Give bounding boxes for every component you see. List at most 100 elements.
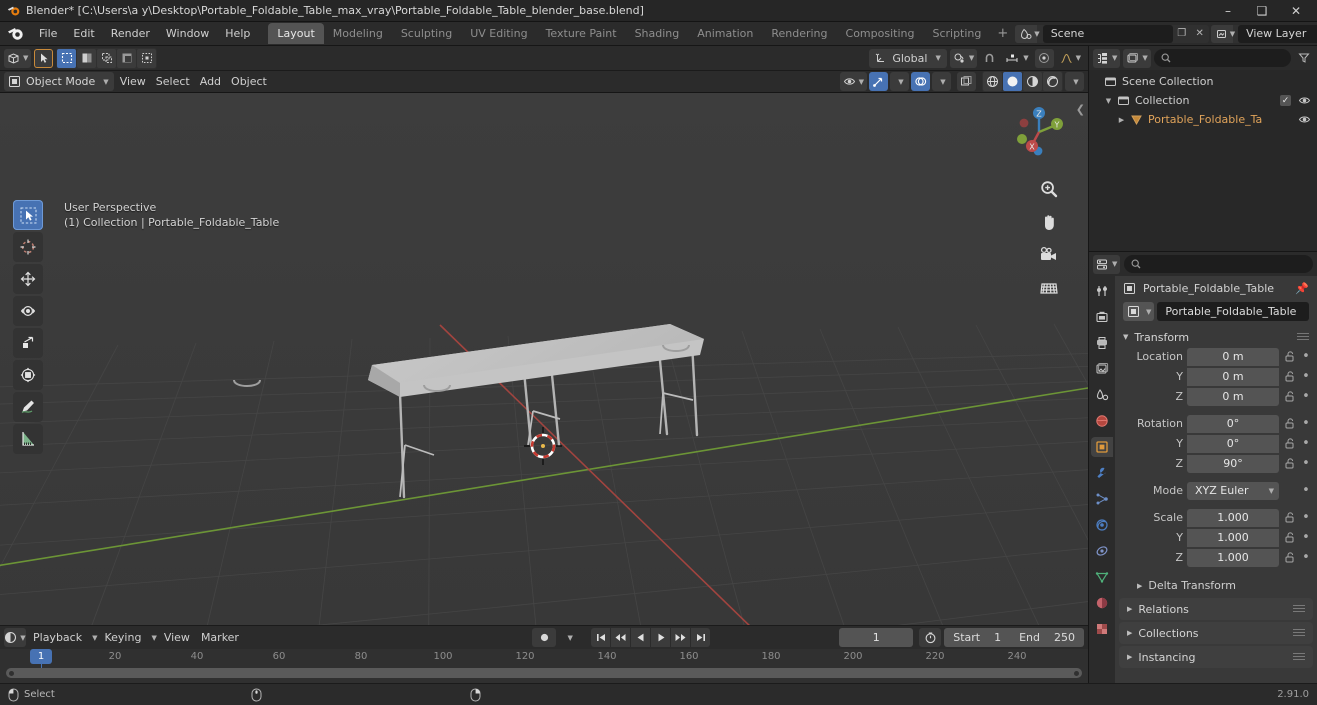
close-button[interactable]: ✕ (1279, 0, 1313, 22)
timeline-strip[interactable]: 20 40 60 80 100 120 140 160 180 200 220 … (0, 649, 1088, 683)
scale-z-field[interactable]: 1.000 (1187, 548, 1279, 567)
properties-editor-type-button[interactable]: ▼ (1093, 254, 1121, 274)
viewport-sidebar-toggle[interactable]: ❮ (1076, 103, 1085, 116)
viewport-menu-add[interactable]: Add (196, 75, 225, 88)
location-x-field[interactable]: 0 m (1187, 347, 1279, 366)
filter-icon[interactable] (1294, 49, 1313, 68)
play-reverse-button[interactable] (631, 628, 651, 647)
xray-toggle-button[interactable] (957, 72, 976, 91)
timeline-menu-playback[interactable]: Playback (29, 631, 86, 644)
zoom-icon[interactable] (1038, 178, 1060, 200)
measure-tool[interactable] (13, 424, 43, 454)
scene-selector[interactable]: ▼ Scene ❐ ✕ (1015, 24, 1209, 43)
lock-icon[interactable] (1283, 351, 1297, 362)
frame-start-field[interactable]: Start 1 (944, 628, 1011, 647)
lock-icon[interactable] (1283, 418, 1297, 429)
menu-help[interactable]: Help (217, 24, 258, 43)
animate-dot-icon[interactable]: • (1301, 416, 1311, 431)
viewport-menu-select[interactable]: Select (152, 75, 194, 88)
move-tool[interactable] (13, 264, 43, 294)
proportional-falloff-button[interactable]: ▼ (1057, 49, 1084, 68)
snap-magnet-button[interactable] (980, 49, 999, 68)
gizmo-toggle-button[interactable] (869, 72, 888, 91)
menu-render[interactable]: Render (103, 24, 158, 43)
camera-icon[interactable] (1038, 244, 1060, 266)
lock-icon[interactable] (1283, 438, 1297, 449)
playhead[interactable]: 1 (30, 649, 52, 664)
menu-window[interactable]: Window (158, 24, 217, 43)
output-tab[interactable] (1091, 333, 1113, 353)
use-preview-range-button[interactable] (919, 628, 942, 647)
lock-icon[interactable] (1283, 552, 1297, 563)
constraints-tab[interactable] (1091, 541, 1113, 561)
lock-icon[interactable] (1283, 512, 1297, 523)
shading-solid-button[interactable] (1003, 72, 1022, 91)
gizmo-options-button[interactable]: ▼ (890, 72, 909, 91)
rotation-y-field[interactable]: 0° (1187, 434, 1279, 453)
location-z-field[interactable]: 0 m (1187, 387, 1279, 406)
rotate-tool[interactable] (13, 296, 43, 326)
lock-icon[interactable] (1283, 458, 1297, 469)
menu-edit[interactable]: Edit (65, 24, 102, 43)
jump-to-start-button[interactable] (591, 628, 611, 647)
blender-menu-icon[interactable] (7, 25, 25, 43)
add-workspace-button[interactable]: + (990, 24, 1015, 43)
rotation-mode-dropdown[interactable]: XYZ Euler ▼ (1187, 481, 1279, 500)
select-box-button[interactable] (57, 48, 77, 68)
jump-to-end-button[interactable] (691, 628, 711, 647)
material-tab[interactable] (1091, 593, 1113, 613)
data-tab[interactable] (1091, 567, 1113, 587)
tab-modeling[interactable]: Modeling (324, 23, 392, 44)
frame-end-field[interactable]: End 250 (1010, 628, 1084, 647)
world-tab[interactable] (1091, 411, 1113, 431)
tab-uv-editing[interactable]: UV Editing (461, 23, 536, 44)
tab-compositing[interactable]: Compositing (837, 23, 924, 44)
physics-tab[interactable] (1091, 515, 1113, 535)
tab-scripting[interactable]: Scripting (923, 23, 990, 44)
select-circle-button[interactable] (77, 48, 97, 68)
instancing-panel[interactable]: ▶ Instancing (1119, 646, 1313, 668)
auto-keying-options-button[interactable]: ▼ (559, 628, 578, 647)
outliner-search-input[interactable] (1153, 49, 1291, 67)
tweak-tool-button[interactable] (34, 48, 54, 68)
overlays-options-button[interactable]: ▼ (932, 72, 951, 91)
object-name-field[interactable]: Portable_Foldable_Table (1157, 302, 1309, 321)
animate-dot-icon[interactable]: • (1301, 349, 1311, 364)
play-button[interactable] (651, 628, 671, 647)
outliner-display-mode-button[interactable]: ▼ (1123, 48, 1151, 68)
view-layer-selector[interactable]: ▼ View Layer ❐ ✕ (1210, 24, 1317, 43)
timeline-menu-marker[interactable]: Marker (197, 631, 243, 644)
properties-search-input[interactable] (1124, 255, 1313, 273)
snap-target-button[interactable]: ▼ (1002, 49, 1031, 68)
transform-tool[interactable] (13, 360, 43, 390)
location-y-field[interactable]: 0 m (1187, 367, 1279, 386)
shading-wireframe-button[interactable] (983, 72, 1002, 91)
object-id-selector[interactable]: ▼ (1123, 302, 1155, 321)
lock-icon[interactable] (1283, 391, 1297, 402)
hand-icon[interactable] (1038, 211, 1060, 233)
animate-dot-icon[interactable]: • (1301, 483, 1311, 498)
collection-checkbox[interactable]: ✓ (1280, 95, 1291, 106)
view-layer-name[interactable]: View Layer (1238, 24, 1317, 43)
render-tab[interactable] (1091, 307, 1113, 327)
object-tab[interactable] (1091, 437, 1113, 457)
outliner-editor-type-button[interactable]: ▼ (1093, 48, 1121, 68)
animate-dot-icon[interactable]: • (1301, 369, 1311, 384)
timeline-menu-view[interactable]: View (160, 631, 194, 644)
object-mode-dropdown[interactable]: Object Mode ▼ (4, 72, 114, 91)
scene-name[interactable]: Scene (1042, 24, 1173, 43)
tab-animation[interactable]: Animation (688, 23, 762, 44)
rotation-z-field[interactable]: 90° (1187, 454, 1279, 473)
eye-icon[interactable] (1298, 114, 1311, 125)
scale-tool[interactable] (13, 328, 43, 358)
menu-file[interactable]: File (31, 24, 65, 43)
unlink-scene-button[interactable]: ✕ (1191, 25, 1209, 43)
view-layer-tab[interactable] (1091, 359, 1113, 379)
animate-dot-icon[interactable]: • (1301, 510, 1311, 525)
timeline-menu-keying[interactable]: Keying (100, 631, 145, 644)
particles-tab[interactable] (1091, 489, 1113, 509)
select-mask-button[interactable] (137, 48, 157, 68)
scale-y-field[interactable]: 1.000 (1187, 528, 1279, 547)
animate-dot-icon[interactable]: • (1301, 456, 1311, 471)
collection-expand-icon[interactable]: ▼ (1102, 97, 1115, 105)
